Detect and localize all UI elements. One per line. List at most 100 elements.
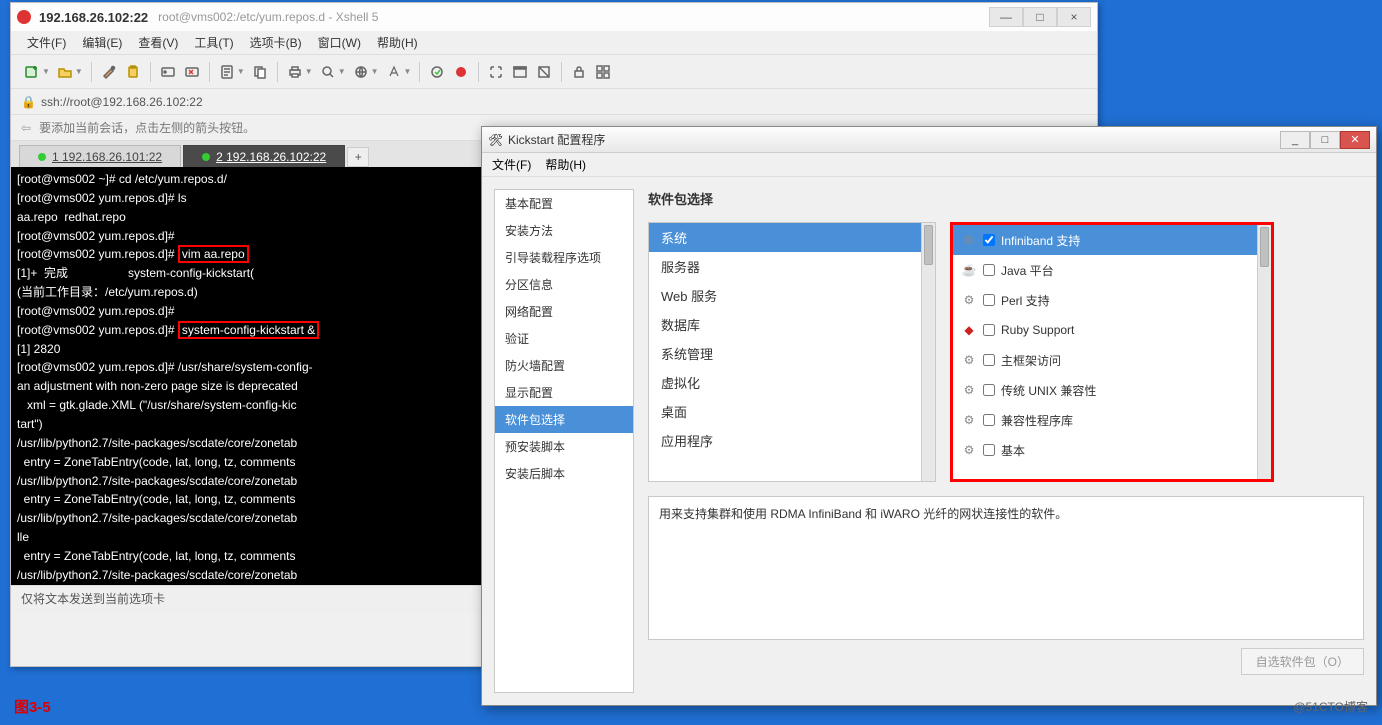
package-group-list: ⚙Infiniband 支持☕Java 平台⚙Perl 支持◆Ruby Supp… [950,222,1274,482]
scrollbar[interactable] [1257,225,1271,479]
properties-icon[interactable] [216,61,238,83]
tab-add-button[interactable]: + [347,147,369,167]
paste-icon[interactable] [122,61,144,83]
package-checkbox[interactable] [983,264,995,276]
xshell-toolbar: ▼ ▼ ▼ ▼ ▼ ▼ ▼ [11,55,1097,89]
menu-tools[interactable]: 工具(T) [188,34,239,51]
maximize-button[interactable]: □ [1310,131,1340,149]
package-checkbox[interactable] [983,414,995,426]
menu-help[interactable]: 帮助(H) [545,156,586,173]
sidebar-item-basic[interactable]: 基本配置 [495,190,633,217]
close-button[interactable]: × [1057,7,1091,27]
package-group-item[interactable]: ◆Ruby Support [953,315,1257,345]
gear-icon: ⚙ [961,382,977,398]
category-item-database[interactable]: 数据库 [649,310,921,339]
dropdown-icon[interactable]: ▼ [371,67,379,76]
close-button[interactable]: ✕ [1340,131,1370,149]
menu-help[interactable]: 帮助(H) [371,34,424,51]
package-group-item[interactable]: ⚙传统 UNIX 兼容性 [953,375,1257,405]
watermark: @51CTO博客 [1293,698,1368,715]
package-checkbox[interactable] [983,384,995,396]
category-item-desktop[interactable]: 桌面 [649,397,921,426]
package-group-item[interactable]: ⚙主框架访问 [953,345,1257,375]
category-item-virt[interactable]: 虚拟化 [649,368,921,397]
kickstart-menubar: 文件(F) 帮助(H) [482,153,1376,177]
package-checkbox[interactable] [983,294,995,306]
scrollbar[interactable] [921,223,935,481]
highlight-icon[interactable] [426,61,448,83]
package-checkbox[interactable] [983,324,995,336]
disconnect-icon[interactable] [181,61,203,83]
reconnect-icon[interactable] [157,61,179,83]
package-group-item[interactable]: ⚙Perl 支持 [953,285,1257,315]
menu-window[interactable]: 窗口(W) [312,34,367,51]
copy-icon[interactable] [249,61,271,83]
maximize-button[interactable]: □ [1023,7,1057,27]
category-item-web[interactable]: Web 服务 [649,281,921,310]
sidebar-item-display[interactable]: 显示配置 [495,379,633,406]
java-icon: ☕ [961,262,977,278]
sidebar-item-partition[interactable]: 分区信息 [495,271,633,298]
font-icon[interactable] [383,61,405,83]
lock-icon[interactable] [568,61,590,83]
dropdown-icon[interactable]: ▼ [404,67,412,76]
sidebar-item-postscript[interactable]: 安装后脚本 [495,460,633,487]
package-checkbox[interactable] [983,354,995,366]
menu-edit[interactable]: 编辑(E) [76,34,128,51]
dropdown-icon[interactable]: ▼ [42,67,50,76]
dropdown-icon[interactable]: ▼ [305,67,313,76]
dropdown-icon[interactable]: ▼ [237,67,245,76]
minimize-button[interactable]: _ [1280,131,1310,149]
sidebar-item-bootloader[interactable]: 引导装载程序选项 [495,244,633,271]
color-scheme-icon[interactable] [98,61,120,83]
sidebar-item-install[interactable]: 安装方法 [495,217,633,244]
start-log-icon[interactable] [450,61,472,83]
sidebar-item-prescript[interactable]: 预安装脚本 [495,433,633,460]
lock-icon: 🔒 [21,95,35,109]
session-tab-1[interactable]: 1 192.168.26.101:22 [19,145,181,167]
menu-view[interactable]: 查看(V) [132,34,184,51]
menu-file[interactable]: 文件(F) [492,156,531,173]
package-group-item[interactable]: ☕Java 平台 [953,255,1257,285]
print-icon[interactable] [284,61,306,83]
new-session-icon[interactable] [21,61,43,83]
xshell-titlebar[interactable]: 192.168.26.102:22 root@vms002:/etc/yum.r… [11,3,1097,31]
sidebar-item-packages[interactable]: 软件包选择 [495,406,633,433]
menu-tab[interactable]: 选项卡(B) [244,34,308,51]
package-group-item[interactable]: ⚙Infiniband 支持 [953,225,1257,255]
fullscreen-icon[interactable] [509,61,531,83]
category-item-apps[interactable]: 应用程序 [649,426,921,455]
arrow-left-icon[interactable]: ⇦ [21,121,31,135]
transparency-icon[interactable] [533,61,555,83]
package-checkbox[interactable] [983,444,995,456]
category-item-system[interactable]: 系统 [649,223,921,252]
dropdown-icon[interactable]: ▼ [338,67,346,76]
xshell-addressbar[interactable]: 🔒 ssh://root@192.168.26.102:22 [11,89,1097,115]
sidebar-item-network[interactable]: 网络配置 [495,298,633,325]
encoding-icon[interactable] [350,61,372,83]
package-label: Ruby Support [1001,323,1074,337]
sidebar-item-firewall[interactable]: 防火墙配置 [495,352,633,379]
custom-packages-button[interactable]: 自选软件包（O） [1241,648,1364,675]
package-label: 兼容性程序库 [1001,412,1073,429]
package-group-item[interactable]: ⚙基本 [953,435,1257,465]
open-icon[interactable] [54,61,76,83]
category-item-sysmgmt[interactable]: 系统管理 [649,339,921,368]
find-icon[interactable] [317,61,339,83]
tile-icon[interactable] [592,61,614,83]
gear-icon: ⚙ [961,442,977,458]
kickstart-titlebar[interactable]: 🛠 Kickstart 配置程序 _ □ ✕ [482,127,1376,153]
package-heading: 软件包选择 [648,189,1364,208]
sidebar-item-auth[interactable]: 验证 [495,325,633,352]
package-checkbox[interactable] [983,234,995,246]
session-tab-2[interactable]: 2 192.168.26.102:22 [183,145,345,167]
tip-text: 要添加当前会话，点击左侧的箭头按钮。 [39,119,255,136]
menu-file[interactable]: 文件(F) [21,34,72,51]
expand-icon[interactable] [485,61,507,83]
dropdown-icon[interactable]: ▼ [75,67,83,76]
package-group-item[interactable]: ⚙兼容性程序库 [953,405,1257,435]
category-item-server[interactable]: 服务器 [649,252,921,281]
minimize-button[interactable]: — [989,7,1023,27]
tab-label: 1 192.168.26.101:22 [52,150,162,164]
xshell-title-main: 192.168.26.102:22 [39,10,148,25]
